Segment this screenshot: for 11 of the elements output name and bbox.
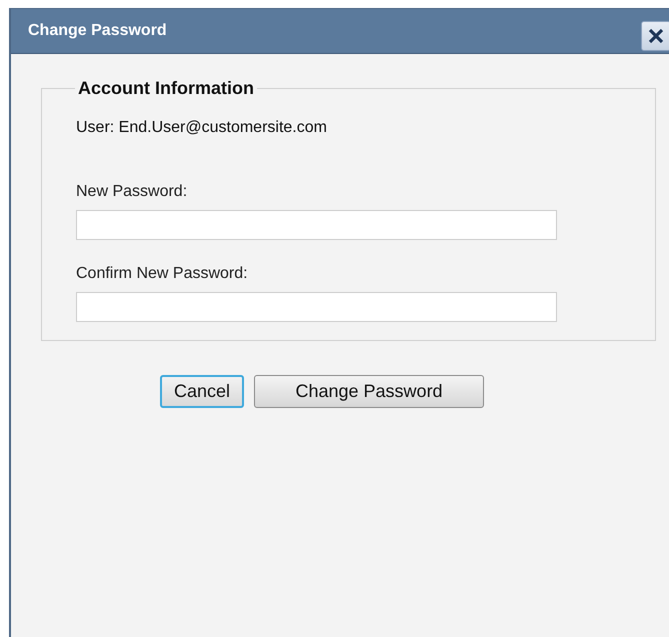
close-icon <box>648 28 664 44</box>
user-text: User: End.User@customersite.com <box>76 118 327 138</box>
password-field[interactable] <box>76 210 557 240</box>
panel-legend: Account Information <box>75 75 257 102</box>
close-button[interactable] <box>641 21 669 51</box>
field-label: New Password: <box>76 182 188 202</box>
window-title: Change Password <box>28 21 167 41</box>
submit-button[interactable]: Change Password <box>254 375 484 408</box>
cancel-button[interactable]: Cancel <box>160 375 244 408</box>
password-field[interactable] <box>76 292 557 322</box>
field-label: Confirm New Password: <box>76 264 248 284</box>
